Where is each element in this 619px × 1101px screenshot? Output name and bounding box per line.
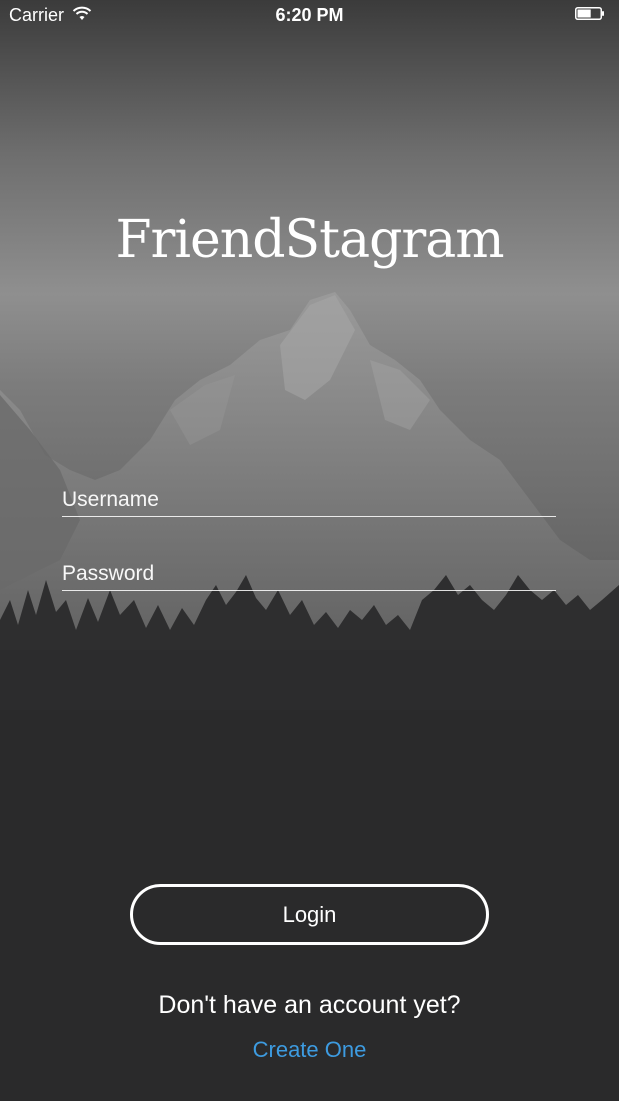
clock: 6:20 PM (275, 5, 344, 25)
login-button-label: Login (282, 901, 337, 927)
signup-prompt: Don't have an account yet? (158, 991, 461, 1019)
username-input[interactable] (62, 484, 556, 516)
battery-icon (575, 7, 604, 20)
status-bar: Carrier 6:20 PM (0, 0, 619, 32)
username-field (62, 484, 556, 517)
app-title: FriendStagram (115, 210, 504, 270)
password-field (62, 558, 556, 591)
password-input[interactable] (62, 558, 556, 590)
login-button[interactable]: Login (130, 884, 489, 945)
login-screen: Carrier 6:20 PM FriendStagram Login Don'… (0, 0, 619, 1101)
create-account-link[interactable]: Create One (0, 1037, 619, 1063)
